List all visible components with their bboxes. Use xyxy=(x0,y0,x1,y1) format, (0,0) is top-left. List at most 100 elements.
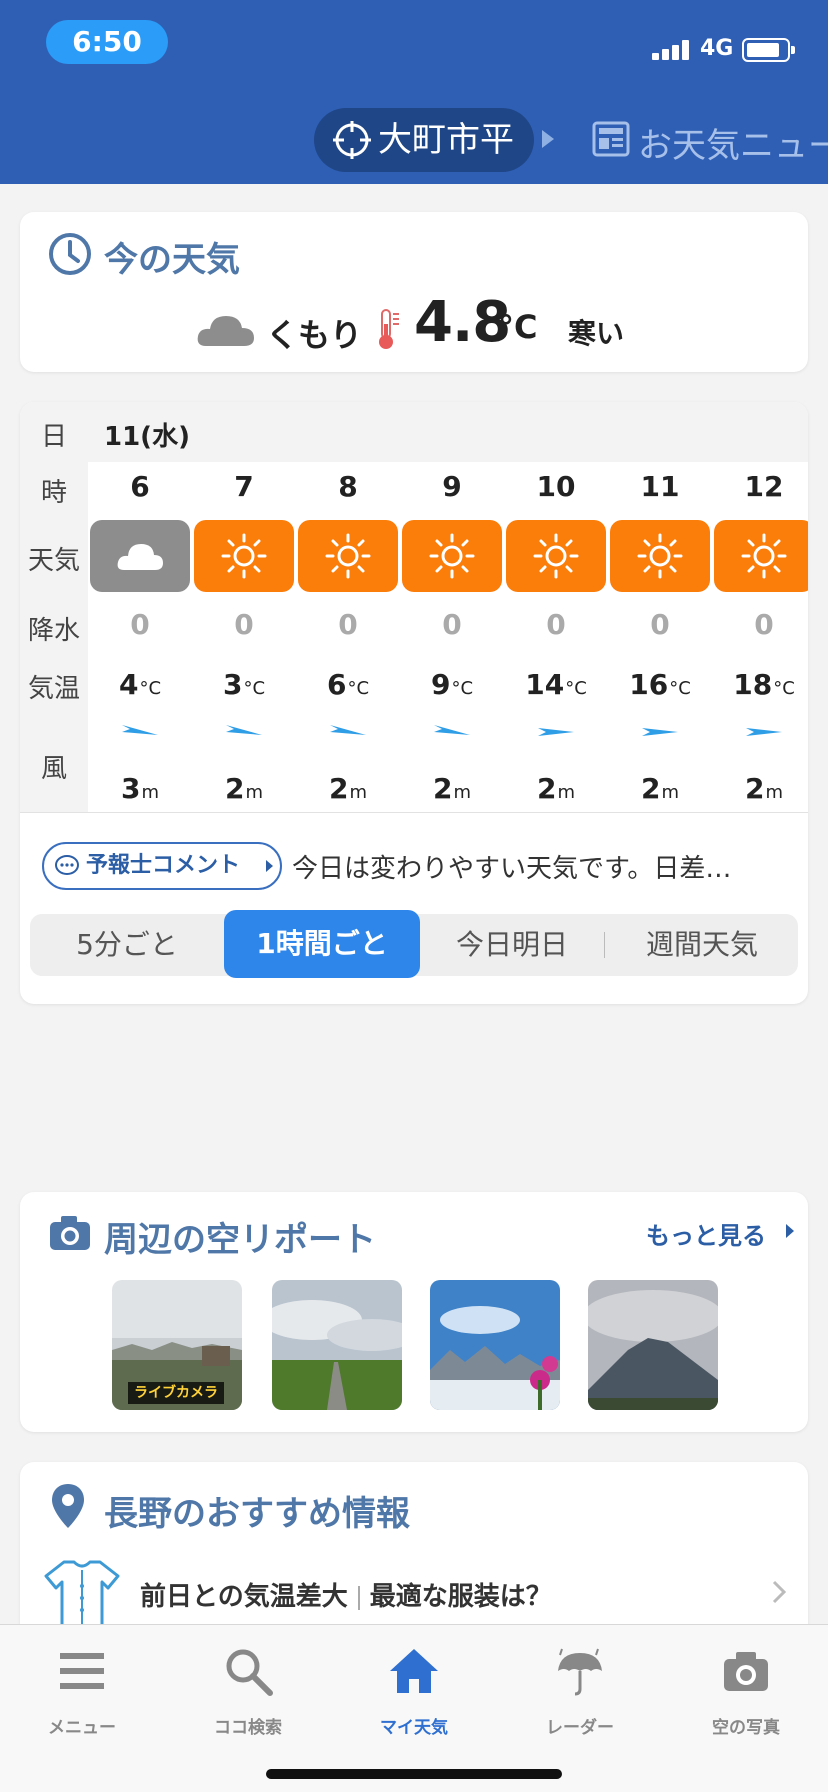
camera-icon xyxy=(724,1652,768,1691)
temp-cell: 9°C xyxy=(400,668,504,701)
wind-cell: 2m xyxy=(504,772,608,805)
hour-column: 7 0 3°C 2m xyxy=(192,402,296,812)
divider xyxy=(357,1585,360,1610)
weather-tile xyxy=(90,520,190,592)
map-pin-icon xyxy=(52,1484,84,1528)
temp-unit: °C xyxy=(243,678,266,699)
temp-cell: 18°C xyxy=(712,668,808,701)
sky-report-card: 周辺の空リポート もっと見る ライブカメラ xyxy=(20,1192,808,1432)
cloud-icon xyxy=(117,544,163,570)
weather-tile xyxy=(714,520,808,592)
tab-5min[interactable]: 5分ごと xyxy=(30,914,224,976)
nav-label: レーダー xyxy=(546,1718,614,1738)
news-tab-label[interactable]: お天気ニュー xyxy=(638,118,828,167)
newspaper-icon[interactable] xyxy=(592,120,630,158)
temp-value: 6 xyxy=(326,668,347,701)
wind-value: 3 xyxy=(120,772,141,805)
search-icon xyxy=(226,1649,273,1696)
weather-tile xyxy=(610,520,710,592)
bottom-tab-bar: メニュー ココ検索 マイ天気 レーダー 空の写真 xyxy=(0,1624,828,1792)
network-label: 4G xyxy=(700,36,734,61)
forecast-tabs: 5分ごと 1時間ごと 今日明日 週間天気 xyxy=(30,910,798,978)
menu-icon xyxy=(60,1653,104,1689)
recommend-item-sub: 最適な服装は？ xyxy=(369,1582,552,1612)
hour-label: 7 xyxy=(234,470,254,503)
wind-cell: 3m xyxy=(88,772,192,805)
forecaster-comment-text[interactable]: 今日は変わりやすい天気です。日差… xyxy=(292,848,731,885)
recommend-item[interactable]: 前日との気温差大 最適な服装は？ xyxy=(140,1576,552,1613)
sky-photo[interactable] xyxy=(272,1280,402,1410)
weather-tile xyxy=(506,520,606,592)
app-header: 6:50 4G 大町市平 お天気ニュー xyxy=(0,0,828,184)
location-label: 大町市平 xyxy=(378,120,514,160)
nav-label: マイ天気 xyxy=(380,1718,448,1738)
temp-unit: °C xyxy=(669,678,691,699)
sun-icon xyxy=(741,533,787,579)
current-weather-title: 今の天気 xyxy=(104,240,240,280)
forecaster-comment-button[interactable]: 予報士コメント xyxy=(42,842,282,890)
row-label-precip: 降水 xyxy=(27,616,80,646)
row-label-temp: 気温 xyxy=(27,674,80,704)
hour-label: 9 xyxy=(442,470,462,503)
nav-my-weather[interactable]: マイ天気 xyxy=(344,1639,484,1739)
precip-value: 0 xyxy=(442,608,462,641)
wind-unit: m xyxy=(453,782,472,803)
temp-unit: °C xyxy=(451,678,474,699)
precip-value: 0 xyxy=(650,608,670,641)
weather-tile xyxy=(194,520,294,592)
wind-unit: m xyxy=(141,782,160,803)
sky-photo-livecam[interactable]: ライブカメラ xyxy=(112,1280,242,1410)
row-label-date: 日 xyxy=(40,422,67,452)
hour-column: 11 0 16°C 2m xyxy=(608,402,712,812)
wind-value: 2 xyxy=(432,772,453,805)
status-time: 6:50 xyxy=(46,20,168,64)
sun-icon xyxy=(429,533,475,579)
nav-sky-photos[interactable]: 空の写真 xyxy=(676,1639,816,1739)
wind-direction-icon xyxy=(538,728,574,736)
battery-icon xyxy=(742,38,795,62)
home-indicator xyxy=(266,1769,562,1779)
live-camera-badge: ライブカメラ xyxy=(128,1382,224,1404)
tab-hourly[interactable]: 1時間ごと xyxy=(224,910,420,978)
wind-cell: 2m xyxy=(400,772,504,805)
cloud-icon xyxy=(197,316,254,346)
tab-today-tomorrow[interactable]: 今日明日 xyxy=(422,914,602,976)
precip-value: 0 xyxy=(754,608,774,641)
wind-direction-icon xyxy=(746,728,782,736)
temp-value: 9 xyxy=(430,668,451,701)
nav-menu[interactable]: メニュー xyxy=(12,1639,152,1739)
wind-direction-icon xyxy=(122,725,158,735)
temp-cell: 16°C xyxy=(608,668,712,701)
nav-radar[interactable]: レーダー xyxy=(510,1639,650,1739)
location-button[interactable]: 大町市平 xyxy=(314,108,534,172)
temp-unit: °C xyxy=(139,678,162,699)
hour-column: 8 0 6°C 2m xyxy=(296,402,400,812)
home-icon xyxy=(390,1649,438,1693)
temp-unit: °C xyxy=(565,678,587,699)
row-labels: 日 時 天気 降水 気温 風 xyxy=(20,402,88,812)
speech-bubble-icon xyxy=(55,855,79,875)
sky-photo[interactable] xyxy=(588,1280,718,1410)
hour-label: 11 xyxy=(640,470,680,503)
forecaster-comment-label: 予報士コメント xyxy=(86,853,241,878)
wind-direction-icon xyxy=(330,725,366,735)
hour-column: 6 0 4°C 3m xyxy=(88,402,192,812)
sun-icon xyxy=(637,533,683,579)
temp-cell: 6°C xyxy=(296,668,400,701)
precip-value: 0 xyxy=(130,608,150,641)
sky-report-title: 周辺の空リポート xyxy=(104,1220,376,1260)
hour-column: 9 0 9°C 2m xyxy=(400,402,504,812)
nav-search[interactable]: ココ検索 xyxy=(178,1639,318,1739)
hourly-columns[interactable]: 6 0 4°C 3m 7 0 3°C 2m 8 0 6°C 2m 9 0 9°C… xyxy=(88,402,808,812)
wind-direction-icon xyxy=(642,728,678,736)
temp-cell: 3°C xyxy=(192,668,296,701)
wind-value: 2 xyxy=(328,772,349,805)
camera-icon xyxy=(50,1216,90,1250)
current-weather-card[interactable]: 今の天気 くもり 4.8 °C 寒い xyxy=(20,212,808,372)
tab-weekly[interactable]: 週間天気 xyxy=(606,914,798,976)
more-link[interactable]: もっと見る xyxy=(646,1216,766,1251)
sky-photo[interactable] xyxy=(430,1280,560,1410)
wind-unit: m xyxy=(349,782,368,803)
nav-label: 空の写真 xyxy=(712,1718,780,1738)
row-label-weather: 天気 xyxy=(27,546,80,576)
